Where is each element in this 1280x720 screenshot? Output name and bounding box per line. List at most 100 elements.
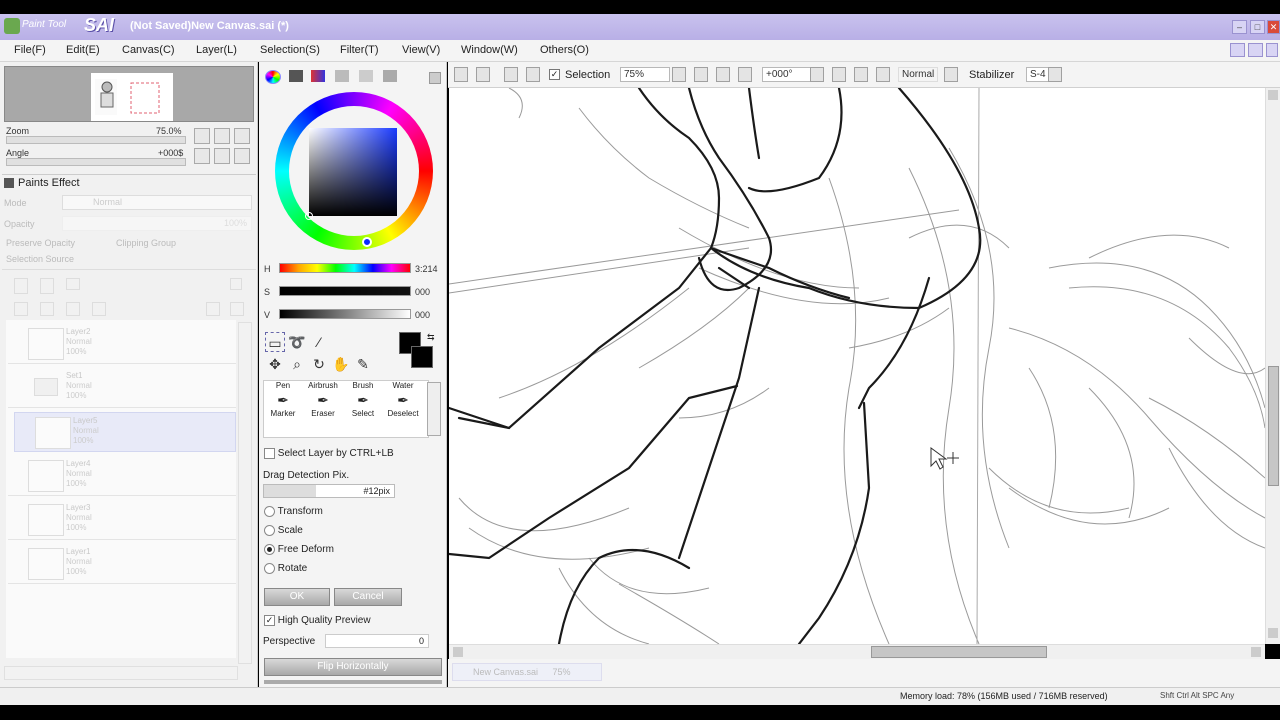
select-layer-ctrl-checkbox[interactable]: Select Layer by CTRL+LB <box>264 448 394 459</box>
new-set-icon[interactable] <box>66 278 80 290</box>
close-button[interactable]: ✕ <box>1267 20 1280 34</box>
mdi-close-button[interactable] <box>1266 43 1278 57</box>
rotate-ccw-icon[interactable] <box>810 67 824 82</box>
rotate-reset-icon[interactable] <box>854 67 868 82</box>
vertical-scroll-thumb[interactable] <box>1268 366 1279 486</box>
layer-list-hscrollbar[interactable] <box>4 666 238 680</box>
mixer-tab-icon[interactable] <box>383 70 397 82</box>
v-slider[interactable] <box>279 309 411 319</box>
zoom-out-icon[interactable] <box>672 67 686 82</box>
horizontal-scroll-thumb[interactable] <box>871 646 1047 658</box>
mdi-minimize-button[interactable] <box>1230 43 1245 57</box>
rect-select-icon[interactable]: ▭ <box>265 332 285 352</box>
invert-selection-icon[interactable] <box>526 67 540 82</box>
rotate-reset-button[interactable] <box>234 148 250 164</box>
layer-mask-icon[interactable] <box>206 302 220 316</box>
flip-canvas-icon[interactable] <box>876 67 890 82</box>
flip-vertically-button-edge[interactable] <box>264 680 442 684</box>
new-linework-layer-icon[interactable] <box>40 278 54 294</box>
cancel-button[interactable]: Cancel <box>334 588 402 606</box>
stabilizer-arrow-icon[interactable] <box>1048 67 1062 82</box>
menu-selection[interactable]: Selection(S) <box>260 44 320 56</box>
rotate-left-button[interactable] <box>194 148 210 164</box>
rotate-cw-icon[interactable] <box>832 67 846 82</box>
angle-dropdown[interactable]: +000° <box>762 67 812 82</box>
h-slider[interactable] <box>279 263 411 273</box>
swap-colors-icon[interactable]: ⇆ <box>427 332 435 343</box>
maximize-button[interactable]: □ <box>1250 20 1265 34</box>
layer-row-selected[interactable]: Layer5 Normal 100% <box>14 412 236 452</box>
hsv-slider-tab-icon[interactable] <box>311 70 325 82</box>
color-square[interactable] <box>309 128 397 216</box>
zoom-fit-icon[interactable] <box>716 67 730 82</box>
canvas-vertical-scrollbar[interactable] <box>1265 88 1280 644</box>
mdi-restore-button[interactable] <box>1248 43 1263 57</box>
menu-edit[interactable]: Edit(E) <box>66 44 100 56</box>
swatches-tab-icon[interactable] <box>335 70 349 82</box>
deselect-icon[interactable] <box>504 67 518 82</box>
zoom-dropdown[interactable]: 75% <box>620 67 670 82</box>
layer-row[interactable]: Set1 Normal 100% <box>8 368 236 408</box>
zoom-in-button[interactable] <box>214 128 230 144</box>
redo-icon[interactable] <box>476 67 490 82</box>
canvas-tab[interactable]: New Canvas.sai 75% <box>452 663 602 681</box>
ok-button[interactable]: OK <box>264 588 330 606</box>
scroll-down-icon[interactable] <box>1268 628 1278 638</box>
layer-row[interactable]: Layer4 Normal 100% <box>8 456 236 496</box>
selection-source-checkbox[interactable]: Selection Source <box>6 254 74 264</box>
hue-marker-icon[interactable] <box>362 237 372 247</box>
layer-row[interactable]: Layer2 Normal 100% <box>8 324 236 364</box>
drawing-canvas[interactable] <box>449 88 1265 644</box>
transfer-down-icon[interactable] <box>14 302 28 316</box>
select-tool[interactable]: Select <box>344 409 382 437</box>
zoom-icon[interactable]: ⌕ <box>287 354 307 374</box>
blend-mode-dropdown[interactable]: Normal <box>898 67 938 82</box>
eyedropper-icon[interactable]: ✎ <box>353 354 373 374</box>
s-slider[interactable] <box>279 286 411 296</box>
menu-others[interactable]: Others(O) <box>540 44 589 56</box>
color-wheel-tab-icon[interactable] <box>265 70 281 84</box>
scroll-left-icon[interactable] <box>453 647 463 657</box>
canvas-horizontal-scrollbar[interactable] <box>449 644 1265 659</box>
menu-file[interactable]: File(F) <box>14 44 46 56</box>
delete-icon[interactable] <box>230 302 244 316</box>
preserve-opacity-checkbox[interactable]: Preserve Opacity <box>6 238 75 248</box>
layer-row[interactable]: Layer1 Normal 100% <box>8 544 236 584</box>
menu-window[interactable]: Window(W) <box>461 44 518 56</box>
drag-detection-slider[interactable]: #12pix <box>263 484 395 498</box>
lasso-icon[interactable]: ➰ <box>287 332 307 352</box>
menu-filter[interactable]: Filter(T) <box>340 44 379 56</box>
hand-icon[interactable]: ✋ <box>331 354 351 374</box>
opacity-slider[interactable]: 100% <box>62 216 252 231</box>
new-layer-icon[interactable] <box>14 278 28 294</box>
sv-marker-icon[interactable] <box>305 212 313 220</box>
zoom-in-icon[interactable] <box>694 67 708 82</box>
deselect-tool[interactable]: Deselect <box>384 409 422 437</box>
scroll-right-icon[interactable] <box>1251 647 1261 657</box>
paint-effect-collapse-icon[interactable] <box>4 178 14 188</box>
magic-wand-icon[interactable]: ⁄ <box>309 332 329 352</box>
zoom-reset-button[interactable] <box>234 128 250 144</box>
navigator-thumbnail[interactable] <box>91 73 173 121</box>
clipping-group-checkbox[interactable]: Clipping Group <box>116 238 176 248</box>
undo-icon[interactable] <box>454 67 468 82</box>
menu-layer[interactable]: Layer(L) <box>196 44 237 56</box>
eraser-tool[interactable]: Eraser <box>304 409 342 437</box>
minimize-button[interactable]: – <box>1232 20 1247 34</box>
zoom-out-button[interactable] <box>194 128 210 144</box>
scratchpad-tab-icon[interactable] <box>359 70 373 82</box>
mode-select[interactable]: Normal <box>62 195 252 210</box>
panel-close-icon[interactable] <box>429 72 441 84</box>
angle-slider[interactable] <box>6 158 186 166</box>
lock-icon[interactable] <box>92 302 106 316</box>
zoom-slider[interactable] <box>6 136 186 144</box>
layer-list-scrollbar[interactable] <box>238 322 252 664</box>
selection-checkbox[interactable]: ✓ <box>549 69 560 80</box>
high-quality-preview-checkbox[interactable]: ✓ High Quality Preview <box>264 615 371 626</box>
rotate-icon[interactable]: ↻ <box>309 354 329 374</box>
merge-down-icon[interactable] <box>40 302 54 316</box>
layer-row[interactable]: Layer3 Normal 100% <box>8 500 236 540</box>
flip-horizontally-button[interactable]: Flip Horizontally <box>264 658 442 676</box>
delete-layer-icon[interactable] <box>230 278 242 290</box>
perspective-slider[interactable]: 0 <box>325 634 429 648</box>
